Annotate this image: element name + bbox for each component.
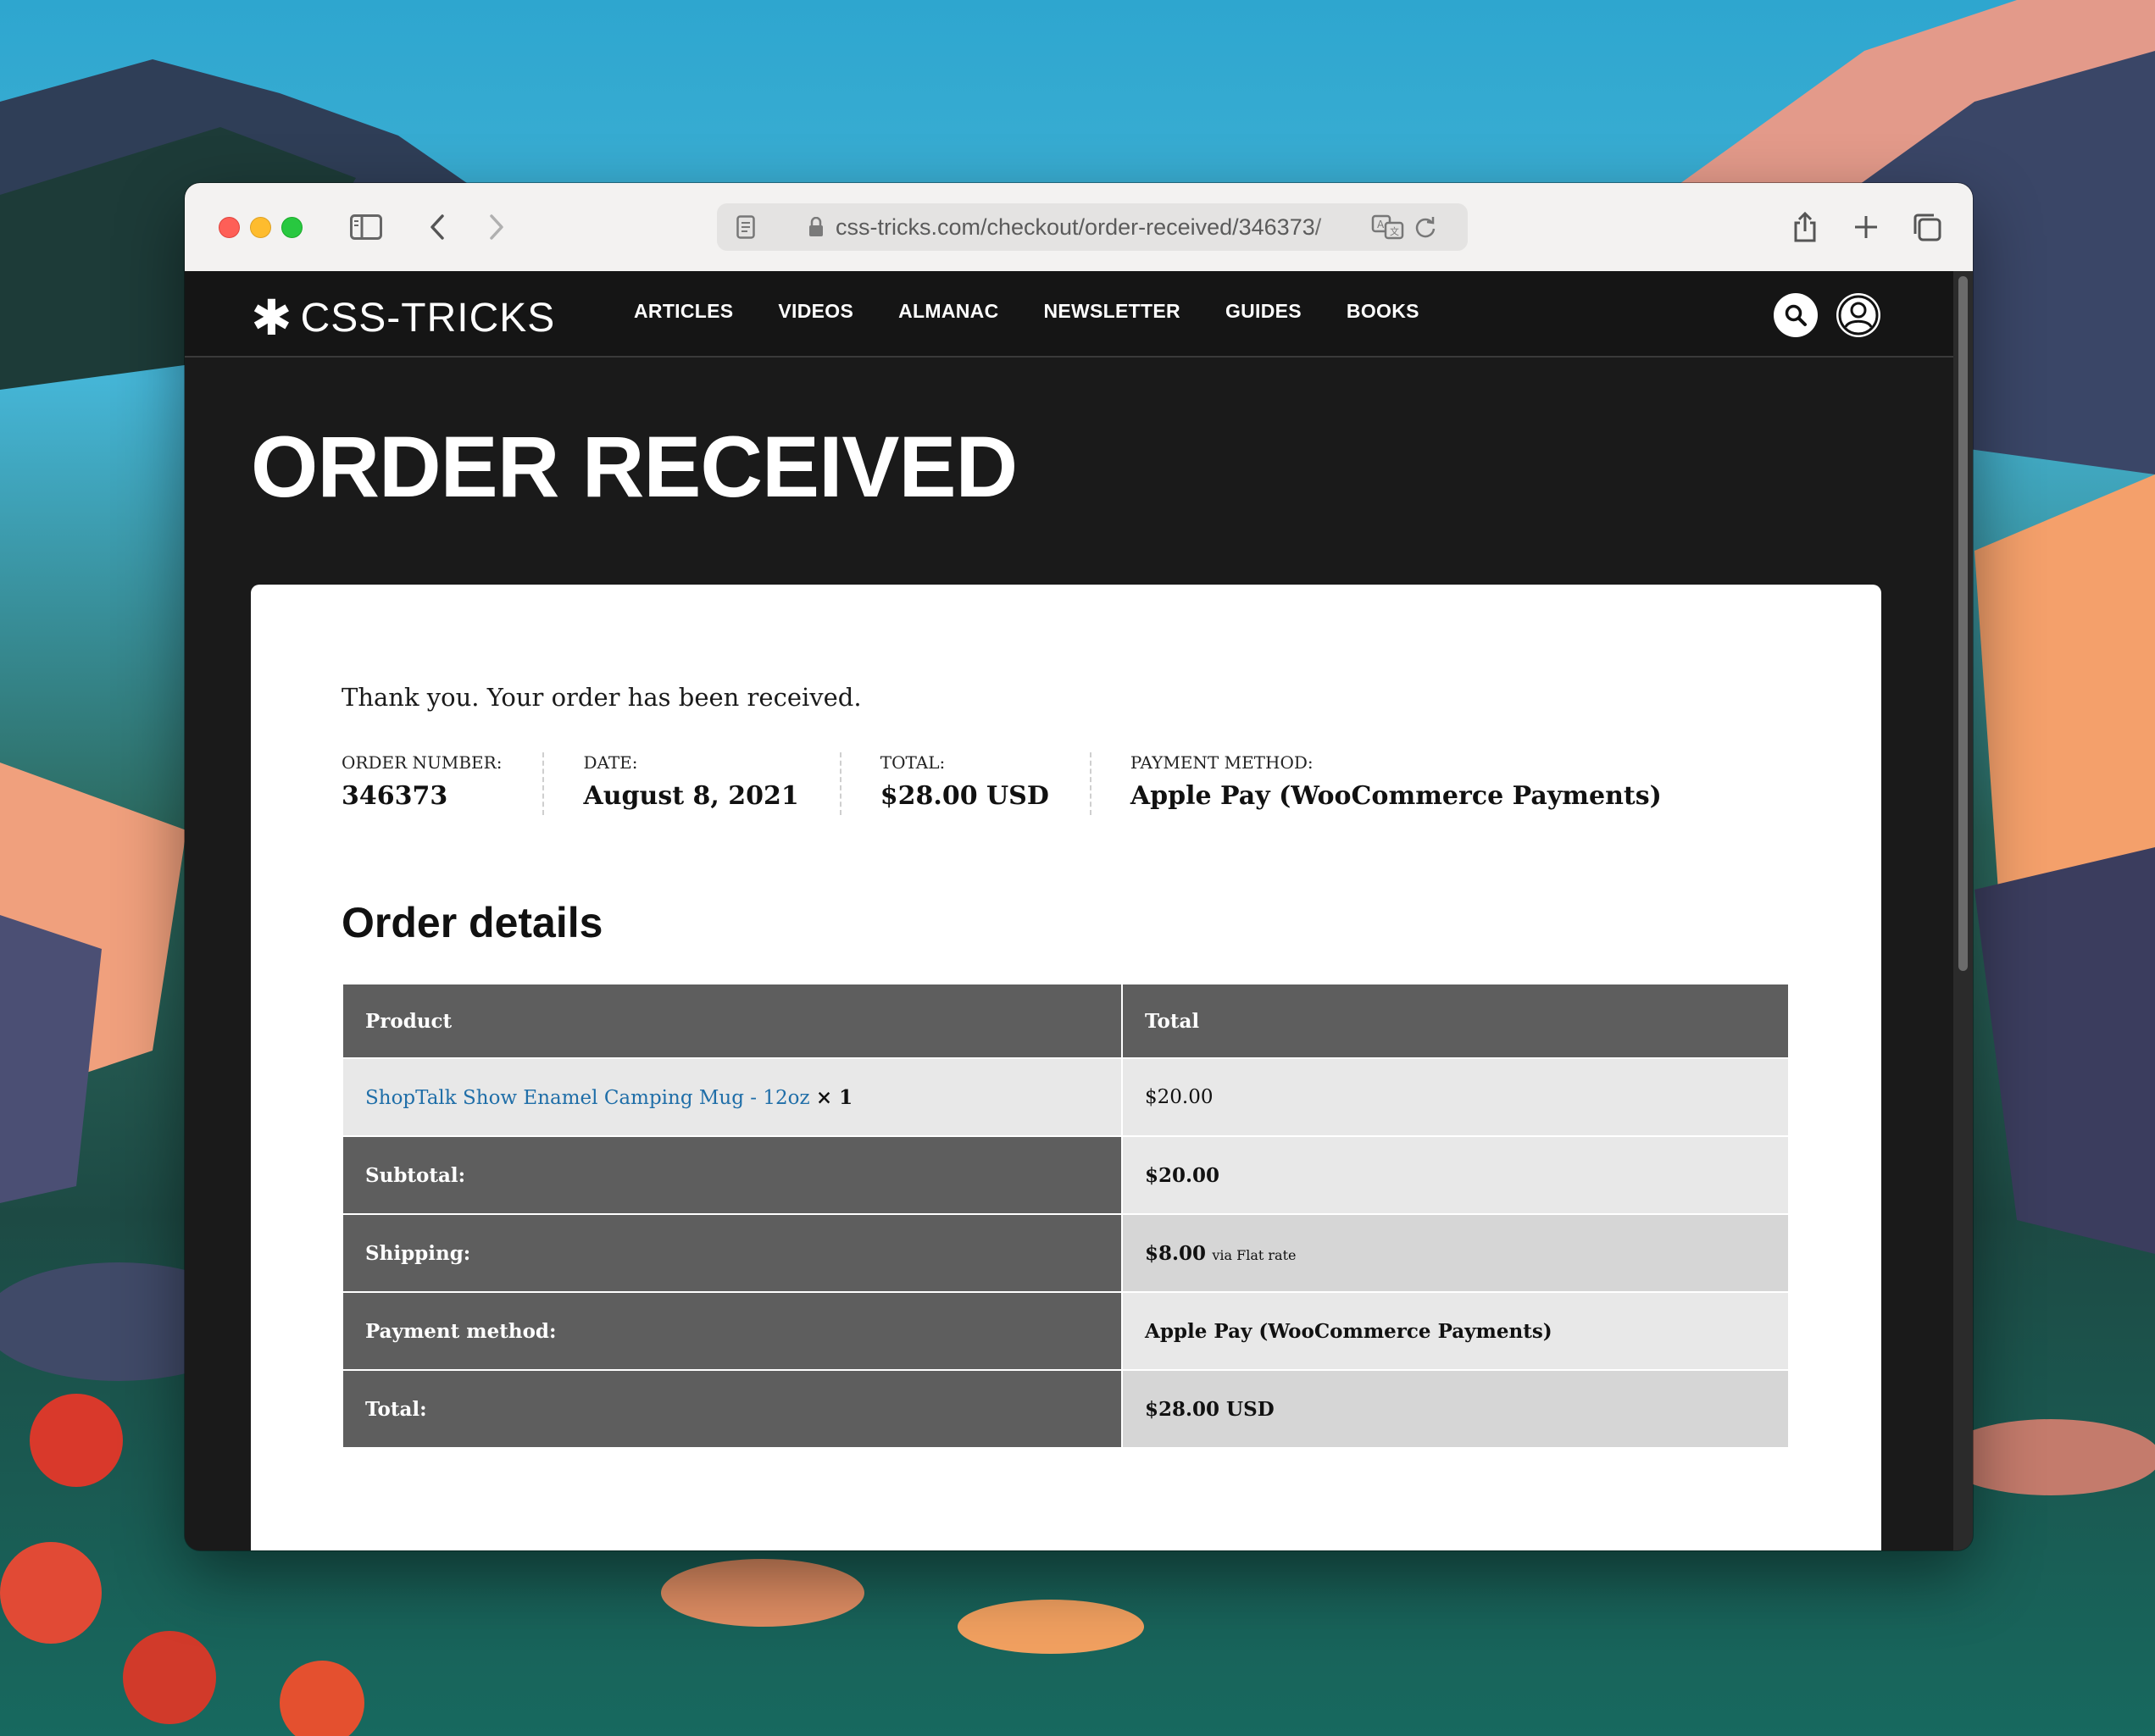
page-scrollbar[interactable] xyxy=(1953,271,1973,1550)
payment-method-label: PAYMENT METHOD: xyxy=(1130,752,1314,773)
share-icon[interactable] xyxy=(1786,208,1824,246)
order-details-table: Product Total ShopTalk Show Enamel Campi… xyxy=(342,983,1790,1449)
page-viewport: ✱ CSS-TRICKS ARTICLES VIDEOS ALMANAC NEW… xyxy=(185,271,1953,1550)
order-overview: ORDER NUMBER: 346373 DATE: August 8, 202… xyxy=(342,752,1741,815)
nav-newsletter[interactable]: NEWSLETTER xyxy=(1043,300,1180,323)
order-details-heading: Order details xyxy=(342,899,603,946)
thank-you-message: Thank you. Your order has been received. xyxy=(342,683,862,712)
shipping-cell: $8.00 via Flat rate xyxy=(1121,1213,1790,1293)
url-text: css-tricks.com/checkout/order-received/3… xyxy=(836,214,1322,240)
svg-text:文: 文 xyxy=(1390,225,1399,237)
payment-method: PAYMENT METHOD: Apple Pay (WooCommerce P… xyxy=(1130,752,1702,815)
order-date: DATE: August 8, 2021 xyxy=(583,752,841,815)
grand-total-label: Total: xyxy=(342,1369,1123,1449)
order-date-label: DATE: xyxy=(583,752,638,773)
scrollbar-thumb[interactable] xyxy=(1958,276,1968,971)
nav-books[interactable]: BOOKS xyxy=(1347,300,1419,323)
nav-almanac[interactable]: ALMANAC xyxy=(898,300,998,323)
zoom-window-button[interactable] xyxy=(281,217,303,238)
browser-window: css-tricks.com/checkout/order-received/3… xyxy=(185,183,1973,1550)
table-row: Shipping: $8.00 via Flat rate xyxy=(342,1213,1790,1293)
logo-text: CSS-TRICKS xyxy=(300,295,556,341)
payment-method-value: Apple Pay (WooCommerce Payments) xyxy=(1130,781,1662,811)
product-link[interactable]: ShopTalk Show Enamel Camping Mug - 12oz xyxy=(365,1087,810,1109)
nav-articles[interactable]: ARTICLES xyxy=(634,300,733,323)
payment-method-row-value: Apple Pay (WooCommerce Payments) xyxy=(1121,1291,1790,1371)
nav-guides[interactable]: GUIDES xyxy=(1225,300,1302,323)
reload-icon[interactable] xyxy=(1407,208,1444,246)
svg-text:A: A xyxy=(1377,219,1385,230)
site-logo[interactable]: ✱ CSS-TRICKS xyxy=(251,293,555,342)
order-number: ORDER NUMBER: 346373 xyxy=(342,752,545,815)
account-icon[interactable] xyxy=(1836,293,1880,337)
table-row: Total: $28.00 USD xyxy=(342,1369,1790,1449)
reader-icon[interactable] xyxy=(727,208,764,246)
shipping-label: Shipping: xyxy=(342,1213,1123,1293)
shipping-value: $8.00 xyxy=(1145,1241,1207,1265)
column-header-product: Product xyxy=(342,983,1123,1059)
table-header-row: Product Total xyxy=(342,983,1790,1059)
close-window-button[interactable] xyxy=(219,217,240,238)
table-row: Subtotal: $20.00 xyxy=(342,1135,1790,1215)
order-total: TOTAL: $28.00 USD xyxy=(880,752,1091,815)
tabs-overview-icon[interactable] xyxy=(1908,208,1946,246)
logo-star-icon: ✱ xyxy=(251,289,292,347)
order-number-label: ORDER NUMBER: xyxy=(342,752,503,773)
order-number-value: 346373 xyxy=(342,781,448,811)
product-quantity: × 1 xyxy=(815,1085,853,1109)
page-title: ORDER RECEIVED xyxy=(251,419,1018,515)
minimize-window-button[interactable] xyxy=(250,217,271,238)
subtotal-label: Subtotal: xyxy=(342,1135,1123,1215)
site-header: ✱ CSS-TRICKS ARTICLES VIDEOS ALMANAC NEW… xyxy=(185,271,1953,358)
table-row: ShopTalk Show Enamel Camping Mug - 12oz … xyxy=(342,1057,1790,1137)
grand-total-value: $28.00 USD xyxy=(1121,1369,1790,1449)
search-icon[interactable] xyxy=(1774,293,1818,337)
subtotal-value: $20.00 xyxy=(1121,1135,1790,1215)
new-tab-icon[interactable] xyxy=(1847,208,1885,246)
order-date-value: August 8, 2021 xyxy=(583,781,799,811)
order-total-value: $28.00 USD xyxy=(880,781,1049,811)
back-icon[interactable] xyxy=(419,208,456,246)
table-row: Payment method: Apple Pay (WooCommerce P… xyxy=(342,1291,1790,1371)
column-header-total: Total xyxy=(1121,983,1790,1059)
shipping-note: via Flat rate xyxy=(1212,1246,1297,1263)
sidebar-icon[interactable] xyxy=(347,208,385,246)
translate-icon[interactable]: A文 xyxy=(1369,208,1407,246)
order-card: Thank you. Your order has been received.… xyxy=(251,585,1881,1550)
address-bar[interactable]: css-tricks.com/checkout/order-received/3… xyxy=(717,203,1468,251)
payment-method-row-label: Payment method: xyxy=(342,1291,1123,1371)
product-total: $20.00 xyxy=(1121,1057,1790,1137)
lock-icon xyxy=(797,208,835,246)
browser-toolbar: css-tricks.com/checkout/order-received/3… xyxy=(185,183,1973,272)
order-total-label: TOTAL: xyxy=(880,752,946,773)
main-nav: ARTICLES VIDEOS ALMANAC NEWSLETTER GUIDE… xyxy=(634,300,1464,323)
nav-videos[interactable]: VIDEOS xyxy=(778,300,853,323)
product-cell: ShopTalk Show Enamel Camping Mug - 12oz … xyxy=(342,1057,1123,1137)
forward-icon[interactable] xyxy=(478,208,515,246)
